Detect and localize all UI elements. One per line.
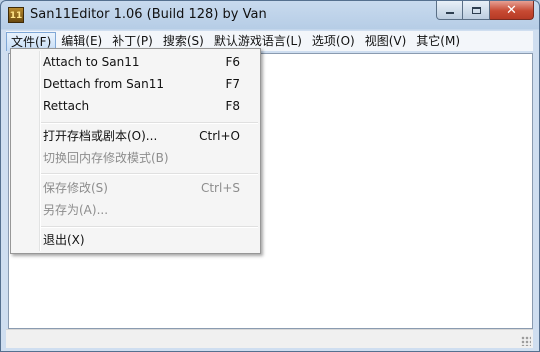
menu-item-shortcut: F8 <box>225 99 240 113</box>
menu-gutter <box>39 51 41 251</box>
file-menu-dropdown: Attach to San11 F6 Dettach from San11 F7… <box>10 48 261 254</box>
menu-item-shortcut: F7 <box>225 77 240 91</box>
app-icon[interactable]: 11 <box>8 7 24 23</box>
menu-item-shortcut: Ctrl+O <box>199 129 240 143</box>
menu-item-open[interactable]: 打开存档或剧本(O)... Ctrl+O <box>43 125 244 147</box>
menu-separator <box>41 173 258 175</box>
menu-item-switch-memory-mode[interactable]: 切换回内存修改模式(B) <box>43 147 244 169</box>
minimize-icon <box>445 12 454 14</box>
menu-item-label: 切换回内存修改模式(B) <box>43 151 169 165</box>
close-icon: ✕ <box>506 2 517 18</box>
close-button[interactable]: ✕ <box>490 1 534 20</box>
menu-item-label: Rettach <box>43 99 90 113</box>
menu-options[interactable]: 选项(O) <box>307 31 360 51</box>
resize-grip-icon[interactable] <box>521 336 531 346</box>
menu-item-label: Attach to San11 <box>43 55 140 69</box>
menu-item-label: 另存为(A)... <box>43 203 109 217</box>
menu-item-label: 退出(X) <box>43 233 85 247</box>
caption-buttons: ✕ <box>436 1 534 20</box>
menu-item-label: 保存修改(S) <box>43 181 108 195</box>
menu-item-dettach[interactable]: Dettach from San11 F7 <box>43 73 244 95</box>
menu-separator <box>41 122 258 124</box>
menu-item-shortcut: Ctrl+S <box>200 181 240 195</box>
menu-item-save[interactable]: 保存修改(S) Ctrl+S <box>43 177 244 199</box>
menu-separator <box>41 226 258 228</box>
menu-item-save-as[interactable]: 另存为(A)... <box>43 199 244 221</box>
menu-item-label: 打开存档或剧本(O)... <box>43 129 158 143</box>
menu-other[interactable]: 其它(M) <box>411 31 465 51</box>
window-title: San11Editor 1.06 (Build 128) by Van <box>30 7 267 22</box>
maximize-button[interactable] <box>463 1 490 20</box>
menu-item-rettach[interactable]: Rettach F8 <box>43 95 244 117</box>
minimize-button[interactable] <box>436 1 463 20</box>
menu-view[interactable]: 视图(V) <box>360 31 412 51</box>
menu-item-attach[interactable]: Attach to San11 F6 <box>43 51 244 73</box>
menu-item-label: Dettach from San11 <box>43 77 164 91</box>
title-bar[interactable]: 11 San11Editor 1.06 (Build 128) by Van ✕ <box>1 1 539 29</box>
menu-item-exit[interactable]: 退出(X) <box>43 229 244 251</box>
menu-item-shortcut: F6 <box>225 55 240 69</box>
status-bar <box>6 329 533 348</box>
maximize-icon <box>471 6 481 14</box>
